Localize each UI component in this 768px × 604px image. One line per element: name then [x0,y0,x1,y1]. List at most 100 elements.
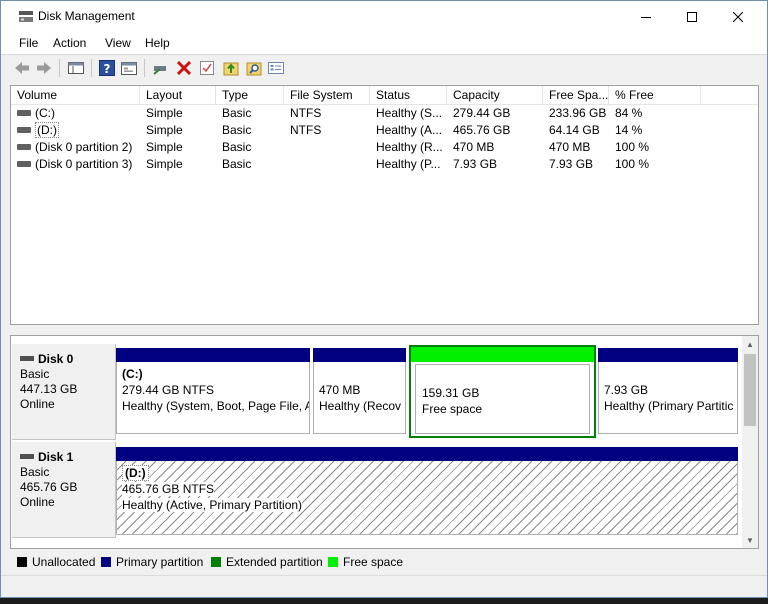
disk-state: Online [20,495,55,509]
volume-icon [17,126,31,133]
menu-file[interactable]: File [19,36,38,50]
scroll-up-arrow-icon[interactable]: ▲ [742,336,758,352]
legend-free-space: Free space [328,555,403,569]
delete-icon[interactable] [175,59,193,77]
import-icon[interactable] [222,59,240,77]
window-title: Disk Management [38,9,135,23]
type-cell: Basic [222,140,252,154]
menu-view[interactable]: View [105,36,131,50]
legend-swatch [328,556,338,567]
file-system-cell: NTFS [290,106,322,120]
disk-type: Basic [20,367,50,381]
disk-management-app-icon [18,10,34,23]
disk-type: Basic [20,465,50,479]
properties-icon[interactable] [120,59,138,77]
toolbar-separator [91,59,92,77]
volume-row[interactable]: (Disk 0 partition 3) Simple Basic Health… [11,156,758,173]
percent-free-cell: 84 % [615,106,643,120]
search-icon[interactable] [245,59,263,77]
free-space-region[interactable]: 159.31 GB Free space [409,345,596,438]
menu-action[interactable]: Action [53,36,86,50]
primary-partition-bar [598,348,738,362]
disk-graphical-view[interactable]: Disk 0 Basic 447.13 GB Online (C:) 279.4… [10,335,759,549]
partition-status: Healthy (Primary Partitic [604,399,734,413]
column-header-capacity[interactable]: Capacity [447,86,543,105]
back-arrow-icon[interactable] [13,59,31,77]
capacity-cell: 279.44 GB [453,106,511,120]
disk-1-label[interactable]: Disk 1 Basic 465.76 GB Online [12,442,116,538]
help-icon[interactable]: ? [98,59,116,77]
disk-0-label[interactable]: Disk 0 Basic 447.13 GB Online [12,344,116,440]
column-header-layout[interactable]: Layout [140,86,216,105]
toolbar: ? [1,55,767,81]
volume-cell: (Disk 0 partition 2) [11,139,140,156]
legend-extended-partition: Extended partition [211,555,323,569]
volume-icon [17,160,31,167]
volume-list-header: Volume Layout Type File System Status Ca… [11,86,758,105]
file-system-cell [284,139,370,156]
column-header-type[interactable]: Type [216,86,284,105]
details-icon[interactable] [267,59,285,77]
volume-row[interactable]: (C:) Simple Basic NTFS Healthy (S... 279… [11,105,758,122]
vertical-scrollbar[interactable]: ▲ ▼ [742,336,758,548]
partition-status: Healthy (Recov [319,399,402,413]
scroll-down-arrow-icon[interactable]: ▼ [742,532,758,548]
status-cell: Healthy (R... [376,140,443,154]
volume-cell: (D:) [11,122,140,139]
minimize-button[interactable] [623,1,669,32]
type-cell: Basic [222,106,252,120]
free-space-cell: 233.96 GB [549,106,607,120]
legend-unallocated: Unallocated [17,555,95,569]
type-cell: Basic [222,123,252,137]
disk-size: 447.13 GB [20,382,78,396]
volume-row[interactable]: (Disk 0 partition 2) Simple Basic Health… [11,139,758,156]
status-bar [1,575,767,597]
volume-cell: (Disk 0 partition 3) [11,156,140,173]
type-cell: Basic [222,157,252,171]
menu-bar: File Action View Help [1,32,767,54]
disk-name: Disk 0 [38,352,74,366]
partition-size: 7.93 GB [604,383,649,397]
scrollbar-thumb[interactable] [744,354,756,426]
percent-free-cell: 14 % [615,123,643,137]
file-system-cell [284,156,370,173]
file-system-cell: NTFS [290,123,322,137]
forward-arrow-icon[interactable] [35,59,53,77]
primary-partition-bar [116,348,310,362]
partition-primary-3[interactable]: 7.93 GB Healthy (Primary Partitic [598,348,738,434]
column-header-volume[interactable]: Volume [11,86,140,105]
layout-cell: Simple [146,157,183,171]
disk-size: 465.76 GB [20,480,78,494]
connect-icon[interactable] [151,59,169,77]
column-header-free-space[interactable]: Free Spa... [543,86,609,105]
menu-help[interactable]: Help [145,36,170,50]
partition-c[interactable]: (C:) 279.44 GB NTFS Healthy (System, Boo… [116,348,310,434]
toolbar-separator [144,59,145,77]
legend-swatch [17,556,27,567]
disk-state: Online [20,397,55,411]
check-icon[interactable] [198,59,216,77]
svg-text:?: ? [104,62,111,76]
title-bar[interactable]: Disk Management [1,1,767,32]
partition-d[interactable]: (D:) 465.76 GB NTFS Healthy (Active, Pri… [116,447,738,535]
status-cell: Healthy (A... [376,123,443,137]
volume-list[interactable]: Volume Layout Type File System Status Ca… [10,85,759,325]
column-header-file-system[interactable]: File System [284,86,370,105]
maximize-button[interactable] [669,1,715,32]
close-button[interactable] [715,1,761,32]
capacity-cell: 465.76 GB [453,123,511,137]
partition-body: (D:) 465.76 GB NTFS Healthy (Active, Pri… [116,461,738,535]
column-header-percent-free[interactable]: % Free [609,86,701,105]
percent-free-cell: 100 % [615,157,650,171]
volume-row[interactable]: (D:) Simple Basic NTFS Healthy (A... 465… [11,122,758,139]
partition-size: 279.44 GB NTFS [122,383,215,397]
volume-icon [17,143,31,150]
partition-size: 470 MB [319,383,361,397]
console-tree-icon[interactable] [67,59,85,77]
free-space-cell: 64.14 GB [549,123,600,137]
partition-recovery[interactable]: 470 MB Healthy (Recov [313,348,406,434]
free-space-cell: 470 MB [549,140,591,154]
column-header-status[interactable]: Status [370,86,447,105]
volume-name: (Disk 0 partition 2) [35,140,133,154]
partition-size: 159.31 GB [422,386,480,400]
